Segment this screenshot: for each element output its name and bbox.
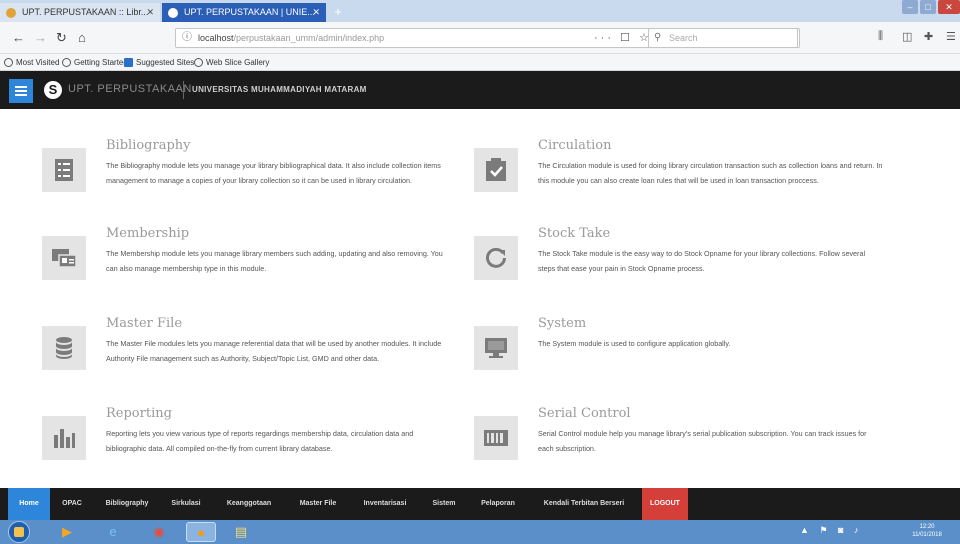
menu-home[interactable]: Home (8, 488, 50, 520)
menu-inventarisasi[interactable]: Inventarisasi (352, 488, 418, 520)
start-button[interactable] (8, 521, 30, 543)
os-taskbar: ▶ e ◉ ● ▤ ▲ ⚑ ◙ ♪ 12:20 11/01/2018 (0, 520, 960, 544)
extension-icon[interactable]: ✚ (924, 30, 933, 43)
serial-control-icon (474, 416, 518, 460)
reporting-icon (42, 416, 86, 460)
tab-favicon-icon (168, 8, 178, 18)
menu-sirkulasi[interactable]: Sirkulasi (162, 488, 210, 520)
module-title: Circulation (538, 138, 612, 153)
module-description: The Stock Take module is the easy way to… (538, 249, 866, 273)
globe-icon (194, 58, 203, 67)
internet-explorer-icon[interactable]: e (98, 522, 128, 542)
module-description: The Master File modules lets you manage … (106, 339, 442, 363)
logout-button[interactable]: LOGOUT (642, 488, 688, 520)
page-actions-icon[interactable]: ··· ☐ ☆ (594, 29, 652, 47)
module-description: The Membership module lets you manage li… (106, 249, 443, 273)
menu-pelaporan[interactable]: Pelaporan (470, 488, 526, 520)
browser-nav-bar: ← → ↻ ⌂ ⓘ localhost/perpustakaan_umm/adm… (0, 22, 960, 54)
firefox-icon[interactable]: ● (186, 522, 216, 542)
master-file-icon (42, 326, 86, 370)
browser-tab-title: UPT. PERPUSTAKAAN | UNIE... (184, 7, 315, 17)
module-description: The Circulation module is used for doing… (538, 161, 883, 185)
file-explorer-icon[interactable]: ▤ (226, 522, 256, 542)
library-icon[interactable]: ⫼ (878, 30, 883, 43)
bibliography-icon (42, 148, 86, 192)
circulation-icon (474, 148, 518, 192)
clock-time: 12:20 (919, 524, 935, 530)
membership-icon (42, 236, 86, 280)
media-player-icon[interactable]: ▶ (52, 522, 82, 542)
module-title: Serial Control (538, 406, 631, 421)
back-icon[interactable]: ← (12, 30, 25, 46)
app-subtitle: UNIVERSITAS MUHAMMADIYAH MATARAM (192, 85, 367, 94)
stock-take-icon (474, 236, 518, 280)
module-title: Master File (106, 316, 183, 331)
app-name: UPT. PERPUSTAKAAN (68, 83, 192, 95)
search-input[interactable]: ⚲ Search (648, 28, 798, 48)
sidebar-icon[interactable]: ◫ (902, 30, 912, 43)
new-tab-icon[interactable]: + (330, 4, 346, 20)
browser-tab-strip: UPT. PERPUSTAKAAN :: Libr... ✕ UPT. PERP… (0, 0, 960, 22)
home-icon[interactable]: ⌂ (78, 30, 86, 46)
browser-tab-title: UPT. PERPUSTAKAAN :: Libr... (22, 7, 149, 17)
bottom-menu: Home OPAC Bibliography Sirkulasi Keanggo… (0, 488, 960, 520)
module-title: Membership (106, 226, 190, 241)
bookmarks-bar: Most Visited Getting Started Suggested S… (0, 54, 960, 71)
menu-sistem[interactable]: Sistem (424, 488, 464, 520)
site-info-icon[interactable]: ⓘ (182, 29, 192, 47)
module-title: System (538, 316, 587, 331)
app-header: S UPT. PERPUSTAKAAN UNIVERSITAS MUHAMMAD… (0, 71, 960, 109)
reload-icon[interactable]: ↻ (56, 30, 67, 46)
hamburger-menu-icon[interactable]: ☰ (946, 30, 956, 43)
bookmark-item[interactable]: Most Visited (4, 54, 59, 71)
url-path: /perpustakaan_umm/admin/index.php (233, 33, 385, 43)
tab-close-icon[interactable]: ✕ (146, 3, 154, 22)
module-description: Reporting lets you view various type of … (106, 429, 414, 453)
module-description: Serial Control module help you manage li… (538, 429, 867, 453)
search-placeholder: Search (669, 33, 698, 43)
app-logo-icon: S (44, 81, 62, 99)
tab-favicon-icon (6, 8, 16, 18)
module-title: Bibliography (106, 138, 191, 153)
module-title: Reporting (106, 406, 172, 421)
minimize-icon[interactable]: – (902, 0, 918, 14)
module-title: Stock Take (538, 226, 611, 241)
search-icon: ⚲ (654, 32, 662, 43)
bookmark-item[interactable]: Suggested Sites (124, 54, 194, 71)
bookmark-item[interactable]: Getting Started (62, 54, 128, 71)
chrome-icon[interactable]: ◉ (144, 522, 174, 542)
bookmark-item[interactable]: Web Slice Gallery (194, 54, 269, 71)
maximize-icon[interactable]: □ (920, 0, 936, 14)
browser-tab-2[interactable]: UPT. PERPUSTAKAAN | UNIE... ✕ (162, 3, 326, 22)
system-tray-icons[interactable]: ▲ ⚑ ◙ ♪ (800, 525, 862, 536)
menu-keanggotaan[interactable]: Keanggotaan (214, 488, 284, 520)
window-controls: – □ ✕ (900, 0, 960, 18)
menu-toggle-button[interactable] (9, 79, 33, 103)
menu-bibliography[interactable]: Bibliography (96, 488, 158, 520)
system-icon (474, 326, 518, 370)
menu-opac[interactable]: OPAC (52, 488, 92, 520)
menu-kendali-terbitan-berseri[interactable]: Kendali Terbitan Berseri (532, 488, 636, 520)
forward-icon[interactable]: → (34, 30, 47, 46)
tab-close-icon[interactable]: ✕ (312, 3, 320, 22)
taskbar-clock[interactable]: 12:20 11/01/2018 (902, 523, 952, 539)
menu-master-file[interactable]: Master File (290, 488, 346, 520)
module-description: The Bibliography module lets you manage … (106, 161, 441, 185)
header-divider (183, 81, 184, 99)
bookmark-icon (124, 58, 133, 67)
module-description: The System module is used to configure a… (538, 339, 731, 348)
clock-date: 11/01/2018 (912, 532, 942, 538)
gear-icon (4, 58, 13, 67)
browser-tab-1[interactable]: UPT. PERPUSTAKAAN :: Libr... ✕ (0, 3, 160, 22)
window-close-icon[interactable]: ✕ (938, 0, 960, 14)
url-host: localhost (198, 33, 234, 43)
globe-icon (62, 58, 71, 67)
